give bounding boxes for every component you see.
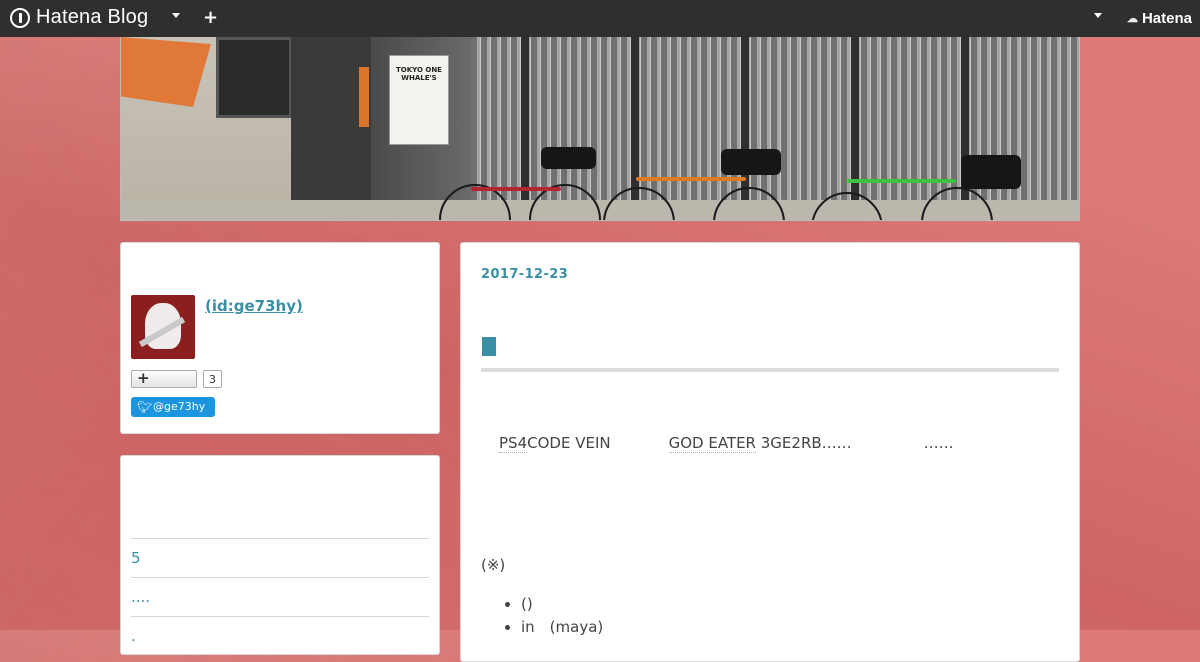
account-menu-chevron-down-icon[interactable] (1094, 13, 1102, 18)
entry-date[interactable]: 2017-12-23 (481, 267, 568, 282)
recent-entry-link[interactable]: 5 (131, 538, 429, 577)
bike-bag (721, 149, 781, 175)
banner-window (216, 37, 292, 118)
recent-entry-link[interactable]: . (131, 616, 429, 655)
profile-id-link[interactable]: (id:ge73hy) (205, 297, 303, 315)
twitter-bird-icon: 🐦︎ (137, 400, 153, 414)
list-item: in (maya) (521, 616, 603, 639)
profile-avatar[interactable] (131, 295, 195, 359)
plus-icon: + (137, 369, 150, 387)
poster-text: TOKYO ONE WHALE'S (396, 66, 442, 82)
blog-menu-chevron-down-icon[interactable] (172, 13, 180, 18)
list-item: () (521, 593, 603, 616)
title-divider (481, 368, 1059, 372)
hatena-text: Hatena (1141, 10, 1192, 27)
body-text: 3GE2RB…… (755, 434, 852, 452)
bike-frame (846, 179, 956, 183)
hatena-blog-icon (10, 7, 30, 28)
follower-count[interactable]: 3 (203, 370, 222, 388)
profile-module: (id:ge73hy) + 3 🐦︎ @ge73hy (120, 242, 440, 434)
new-post-plus-icon[interactable]: + (203, 9, 218, 27)
bike-bag (961, 155, 1021, 189)
follow-button[interactable]: + (131, 369, 197, 388)
hatena-mark-icon: ☁ (1126, 13, 1138, 25)
entry-title-marker (482, 337, 496, 356)
keyword-link[interactable]: GOD EATER (668, 434, 756, 453)
recent-entries-module: 5 .... . (120, 455, 440, 655)
hatena-blog-logo[interactable]: Hatena Blog (10, 6, 148, 29)
entry-body-line: PS4CODE VEIN GOD EATER 3GE2RB…… …… (499, 434, 954, 453)
bike-bag (541, 147, 596, 169)
article-card: 2017-12-23 PS4CODE VEIN GOD EATER 3GE2RB…… (460, 242, 1080, 662)
keyword-link[interactable]: PS4 (499, 434, 528, 453)
body-text: CODE VEIN (527, 434, 611, 452)
recent-entries-list: 5 .... . (131, 538, 429, 655)
recent-entry-link[interactable]: .... (131, 577, 429, 616)
body-text: …… (923, 434, 954, 452)
banner-frame (521, 37, 529, 220)
top-bar: Hatena Blog + ☁ Hatena (0, 0, 1200, 37)
twitter-follow-button[interactable]: 🐦︎ @ge73hy (131, 397, 215, 417)
header-banner-image[interactable]: TOKYO ONE WHALE'S (120, 37, 1080, 221)
bike-frame (636, 177, 746, 181)
banner-orange-panel (359, 67, 369, 127)
hatena-logo[interactable]: ☁ Hatena (1127, 10, 1192, 27)
banner-poster: TOKYO ONE WHALE'S (389, 55, 449, 145)
bike-frame (471, 187, 561, 191)
brand-name: Hatena Blog (36, 6, 149, 28)
entry-note: (※) (481, 556, 506, 574)
banner-door (291, 37, 371, 220)
twitter-handle: @ge73hy (153, 400, 206, 413)
entry-bullet-list: () in (maya) (481, 593, 603, 639)
